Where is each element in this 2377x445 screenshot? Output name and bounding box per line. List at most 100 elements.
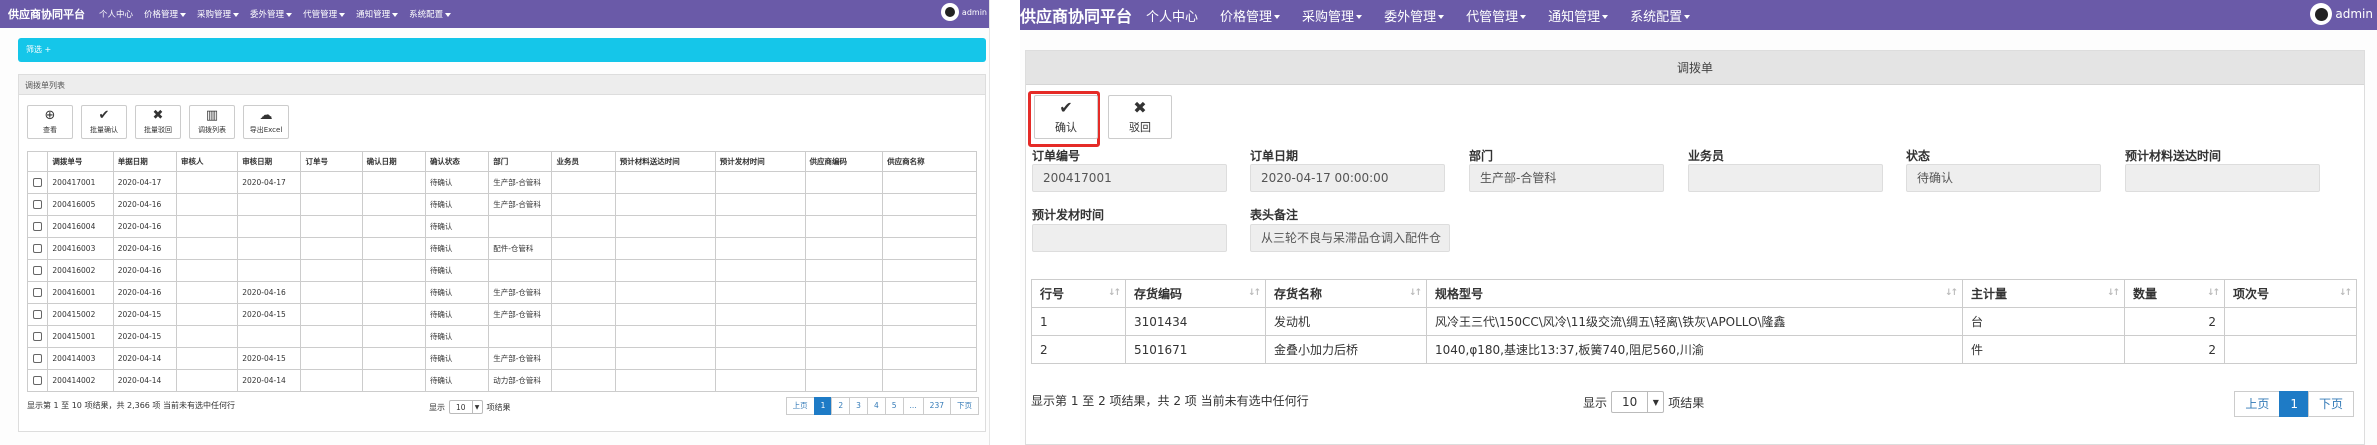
- export-excel-button[interactable]: ☁ 导出Excel: [243, 105, 289, 139]
- batch-confirm-button[interactable]: ✔ 批量确认: [81, 105, 127, 139]
- row-checkbox[interactable]: [33, 222, 43, 232]
- page-button[interactable]: ...: [902, 397, 924, 415]
- table-cell: [175, 325, 239, 348]
- table-row[interactable]: 200417001 2020-04-17 2020-04-17 待确认 生产部-合管科: [26, 171, 977, 194]
- page-button[interactable]: 3: [849, 397, 868, 415]
- row-select-cell[interactable]: [26, 325, 49, 348]
- table-row[interactable]: 200414003 2020-04-14 2020-04-15 待确认 生产部-仓管科: [26, 347, 977, 370]
- row-select-cell[interactable]: [26, 215, 49, 238]
- panel-title: 调拨单: [1026, 51, 2364, 85]
- column-header[interactable]: 数量 ↓↑: [2124, 279, 2225, 308]
- table-cell: [175, 347, 239, 370]
- table-cell: [237, 325, 302, 348]
- row-checkbox[interactable]: [33, 266, 43, 276]
- page-button[interactable]: 1: [813, 397, 833, 415]
- column-header[interactable]: 存货名称 ↓↑: [1265, 279, 1427, 308]
- nav-item-price[interactable]: 价格管理: [144, 8, 187, 20]
- row-select-cell[interactable]: [26, 171, 49, 194]
- table-row[interactable]: 1 3101434 发动机 风冷王三代\150CC\风冷\11级交流\绸五\轻离\铁灰…: [1031, 307, 2357, 336]
- page-button[interactable]: 下页: [950, 397, 979, 415]
- row-checkbox[interactable]: [33, 332, 43, 342]
- column-header-label: 行号: [1040, 287, 1065, 301]
- table-row[interactable]: 200416004 2020-04-16 待确认: [26, 215, 977, 238]
- nav-item-notice[interactable]: 通知管理: [1548, 6, 1609, 25]
- row-checkbox[interactable]: [33, 376, 43, 386]
- table-cell: [714, 281, 806, 304]
- table-cell: [175, 259, 239, 282]
- nav-item-system[interactable]: 系统配置: [409, 8, 452, 20]
- table-cell: [882, 259, 977, 282]
- row-checkbox[interactable]: [33, 178, 43, 188]
- page-button[interactable]: 237: [922, 397, 951, 415]
- row-select-cell[interactable]: [26, 259, 49, 282]
- nav-item-personal[interactable]: 个人中心: [99, 8, 133, 20]
- nav-item-outsource[interactable]: 委外管理: [250, 8, 293, 20]
- column-header[interactable]: 规格型号 ↓↑: [1426, 279, 1963, 308]
- nav-item-notice[interactable]: 通知管理: [356, 8, 399, 20]
- nav-item-system[interactable]: 系统配置: [1630, 6, 1691, 25]
- table-row[interactable]: 200414002 2020-04-14 2020-04-14 待确认 动力部-仓管科: [26, 369, 977, 392]
- select-all-header[interactable]: [26, 151, 49, 172]
- row-checkbox[interactable]: [33, 354, 43, 364]
- filter-toggle[interactable]: 筛选 +: [18, 38, 986, 62]
- sort-icon: ↓↑: [2106, 288, 2120, 298]
- nav-item-personal[interactable]: 个人中心: [1146, 6, 1198, 25]
- top-navbar: 供应商协同平台 个人中心 价格管理 采购管理 委外管理 代管管理 通知管理 系统…: [1020, 0, 2377, 30]
- page-button[interactable]: 上页: [785, 397, 815, 415]
- table-row[interactable]: 200415001 2020-04-15 待确认: [26, 325, 977, 348]
- column-header[interactable]: 存货编码 ↓↑: [1125, 279, 1266, 308]
- nav-item-outsource[interactable]: 委外管理: [1384, 6, 1445, 25]
- transfer-detail-panel: 调拨单 ✔ 确认 ✖ 驳回 订单编号 200417001 订单日期 2020-04-…: [1025, 50, 2365, 445]
- pagination: 上页 1 下页: [2234, 391, 2354, 417]
- table-row[interactable]: 200416003 2020-04-16 待确认 配件-仓管科: [26, 237, 977, 260]
- brand-title: 供应商协同平台: [1020, 7, 1133, 26]
- table-row[interactable]: 200416005 2020-04-16 待确认 生产部-合管科: [26, 193, 977, 216]
- row-select-cell[interactable]: [26, 347, 49, 370]
- reject-button[interactable]: ✖ 驳回: [1108, 95, 1172, 139]
- page-size-select[interactable]: 10 ▼: [449, 400, 483, 414]
- page-button[interactable]: 下页: [2307, 391, 2354, 417]
- table-cell: 待确认: [424, 369, 490, 392]
- nav-item-consign[interactable]: 代管管理: [1466, 6, 1527, 25]
- row-select-cell[interactable]: [26, 193, 49, 216]
- confirm-button[interactable]: ✔ 确认: [1034, 95, 1098, 139]
- transfer-table: 调拨单号 单据日期 审核人 审核日期 订单号 确认日期 确认状态 部门 业务员 预计材料送达时间预…: [26, 151, 977, 392]
- table-row[interactable]: 200416001 2020-04-16 2020-04-16 待确认 生产部-仓管科: [26, 281, 977, 304]
- row-select-cell[interactable]: [26, 237, 49, 260]
- table-cell: [361, 303, 426, 326]
- row-select-cell[interactable]: [26, 303, 49, 326]
- column-header[interactable]: 行号 ↓↑: [1031, 279, 1126, 308]
- page-button[interactable]: 2: [831, 397, 851, 415]
- page-button[interactable]: 1: [2279, 391, 2309, 417]
- view-button[interactable]: ⊕ 查看: [27, 105, 73, 139]
- order-date-field: 2020-04-17 00:00:00: [1250, 164, 1445, 192]
- nav-item-consign[interactable]: 代管管理: [303, 8, 346, 20]
- page-button[interactable]: 5: [884, 397, 904, 415]
- page-button[interactable]: 4: [866, 397, 886, 415]
- nav-item-purchase[interactable]: 采购管理: [197, 8, 240, 20]
- table-row[interactable]: 200415002 2020-04-15 2020-04-15 待确认 生产部-仓管科: [26, 303, 977, 326]
- user-menu[interactable]: admin: [2310, 3, 2373, 25]
- table-cell: 待确认: [424, 193, 490, 216]
- column-header[interactable]: 主计量 ↓↑: [1962, 279, 2125, 308]
- page-size-select[interactable]: 10 ▼: [1611, 391, 1665, 413]
- row-checkbox[interactable]: [33, 288, 43, 298]
- batch-reject-button[interactable]: ✖ 批量驳回: [135, 105, 181, 139]
- row-checkbox[interactable]: [33, 310, 43, 320]
- row-select-cell[interactable]: [26, 281, 49, 304]
- transfer-list-button[interactable]: ▥ 调拨列表: [189, 105, 235, 139]
- table-row[interactable]: 2 5101671 金叠小加力后桥 1040,φ180,基速比13:37,板簧740,…: [1031, 335, 2357, 364]
- page-button[interactable]: 上页: [2234, 391, 2281, 417]
- table-cell: [804, 303, 884, 326]
- dispatch-time-field: [1032, 224, 1227, 252]
- table-row[interactable]: 200416002 2020-04-16 待确认: [26, 259, 977, 282]
- nav-item-price[interactable]: 价格管理: [1220, 6, 1281, 25]
- chevron-down-icon: [1274, 15, 1281, 19]
- user-menu[interactable]: admin: [940, 3, 987, 21]
- column-header[interactable]: 项次号 ↓↑: [2224, 279, 2357, 308]
- nav-item-purchase[interactable]: 采购管理: [1302, 6, 1363, 25]
- row-checkbox[interactable]: [33, 200, 43, 210]
- table-cell: 200416002: [47, 259, 114, 282]
- row-checkbox[interactable]: [33, 244, 43, 254]
- row-select-cell[interactable]: [26, 369, 49, 392]
